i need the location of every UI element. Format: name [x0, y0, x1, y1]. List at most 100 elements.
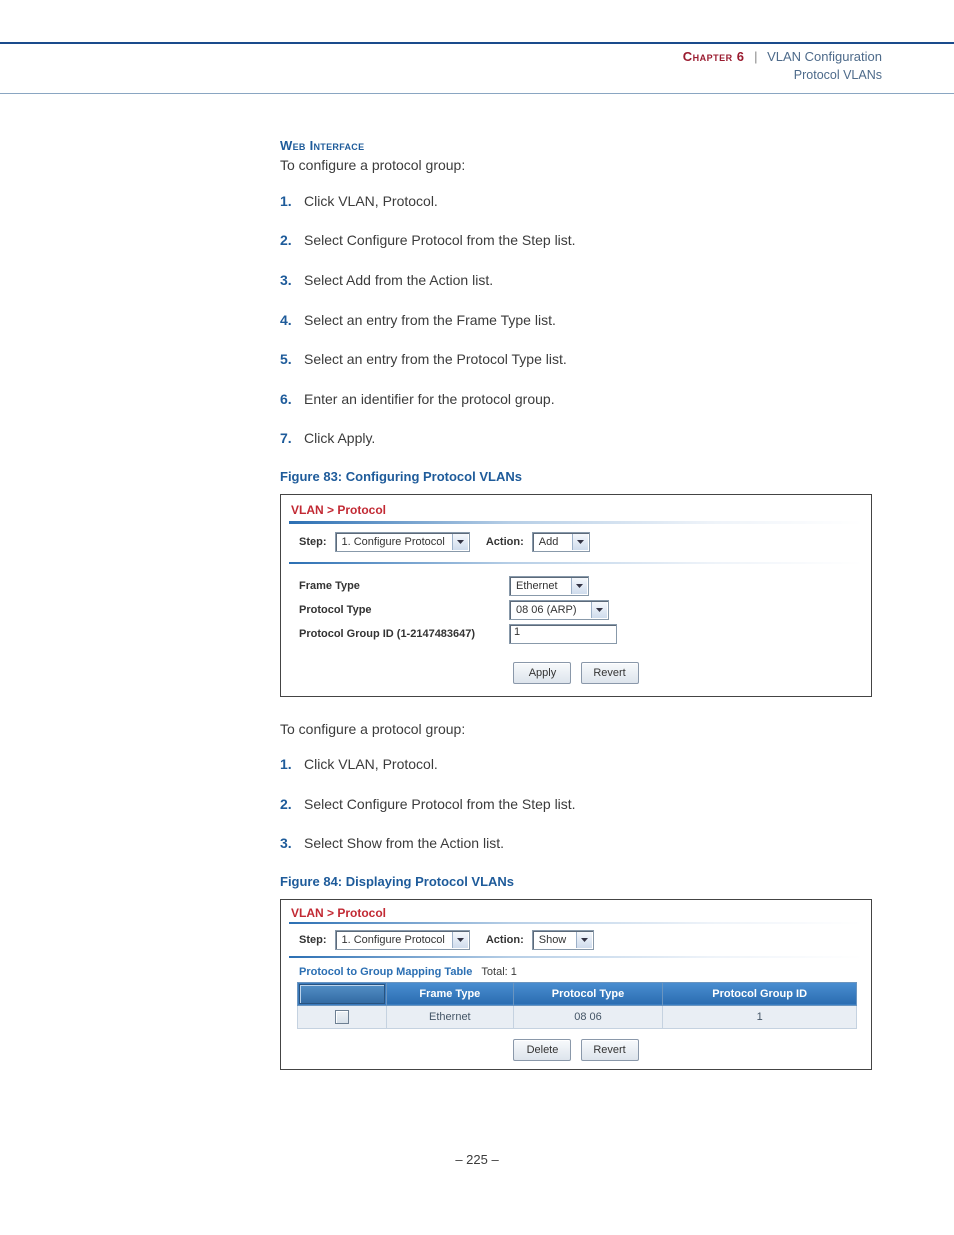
step-item: 5. Select an entry from the Protocol Type… [280, 350, 882, 370]
action-select[interactable]: Show [532, 930, 594, 950]
checkbox-icon [299, 984, 385, 1004]
step-text: Select Configure Protocol from the Step … [304, 232, 576, 248]
form-row: Protocol Group ID (1-2147483647) 1 [299, 622, 853, 646]
header-separator: | [748, 49, 763, 64]
decorative-rule [289, 922, 863, 924]
step-text: Click VLAN, Protocol. [304, 756, 438, 772]
form-area: Frame Type Ethernet Protocol Type 08 06 … [281, 570, 871, 654]
step-number: 6. [280, 390, 292, 410]
step-number: 3. [280, 834, 292, 854]
page-footer: – 225 – [0, 1100, 954, 1191]
protocol-type-value: 08 06 (ARP) [510, 604, 590, 616]
revert-button[interactable]: Revert [581, 1039, 639, 1061]
decorative-rule [289, 521, 863, 524]
step-label: Step: [299, 536, 327, 548]
step-item: 4. Select an entry from the Frame Type li… [280, 311, 882, 331]
step-text: Enter an identifier for the protocol gro… [304, 391, 555, 407]
step-text: Select Show from the Action list. [304, 835, 504, 851]
steps-list-1: 1. Click VLAN, Protocol. 2. Select Configu… [280, 192, 882, 449]
row-frame-type: Ethernet [387, 1005, 514, 1028]
step-number: 5. [280, 350, 292, 370]
intro-text-1: To configure a protocol group: [280, 155, 882, 175]
table-title: Protocol to Group Mapping Table Total: 1 [281, 964, 871, 982]
chevron-down-icon [576, 932, 592, 948]
decorative-rule [289, 956, 863, 958]
table-title-text: Protocol to Group Mapping Table [299, 966, 472, 978]
breadcrumb: VLAN > Protocol [281, 900, 871, 922]
step-select-value: 1. Configure Protocol [336, 934, 451, 946]
steps-list-2: 1.Click VLAN, Protocol. 2. Select Configu… [280, 755, 882, 854]
step-item: 3. Select Show from the Action list. [280, 834, 882, 854]
chevron-down-icon [571, 578, 587, 594]
step-select[interactable]: 1. Configure Protocol [335, 532, 470, 552]
step-select[interactable]: 1. Configure Protocol [335, 930, 470, 950]
step-item: 7. Click Apply. [280, 429, 882, 449]
action-label: Action: [486, 536, 524, 548]
step-number: 7. [280, 429, 292, 449]
step-number: 3. [280, 271, 292, 291]
step-text: Select an entry from the Frame Type list… [304, 312, 556, 328]
button-row: Delete Revert [281, 1035, 871, 1069]
intro-text-2: To configure a protocol group: [280, 719, 882, 739]
table-header-row: Frame Type Protocol Type Protocol Group … [298, 982, 857, 1005]
select-all-header[interactable] [298, 982, 387, 1005]
figure-84-caption: Figure 84: Displaying Protocol VLANs [280, 874, 882, 889]
step-select-value: 1. Configure Protocol [336, 536, 451, 548]
button-row: Apply Revert [281, 654, 871, 696]
mapping-table: Frame Type Protocol Type Protocol Group … [297, 982, 857, 1029]
step-number: 2. [280, 795, 292, 815]
chapter-subtitle: Protocol VLANs [794, 68, 882, 82]
page-header: Chapter 6 | VLAN Configuration Protocol … [0, 48, 954, 89]
step-item: 1. Click VLAN, Protocol. [280, 192, 882, 212]
form-row: Protocol Type 08 06 (ARP) [299, 598, 853, 622]
row-checkbox-cell[interactable] [298, 1005, 387, 1028]
group-id-input[interactable]: 1 [509, 624, 617, 644]
row-group-id: 1 [663, 1005, 857, 1028]
figure-83-screenshot: VLAN > Protocol Step: 1. Configure Proto… [280, 494, 872, 697]
figure-84-screenshot: VLAN > Protocol Step: 1. Configure Proto… [280, 899, 872, 1070]
chevron-down-icon [591, 602, 607, 618]
checkbox-icon [335, 1010, 349, 1024]
step-text: Click VLAN, Protocol. [304, 193, 438, 209]
frame-type-label: Frame Type [299, 580, 509, 592]
selector-row: Step: 1. Configure Protocol Action: Show [281, 930, 871, 956]
table-total-value: 1 [511, 966, 517, 978]
figure-83-caption: Figure 83: Configuring Protocol VLANs [280, 469, 882, 484]
selector-row: Step: 1. Configure Protocol Action: Add [281, 532, 871, 562]
step-number: 1. [280, 192, 292, 212]
breadcrumb: VLAN > Protocol [281, 495, 871, 521]
row-protocol-type: 08 06 [513, 1005, 663, 1028]
frame-type-select[interactable]: Ethernet [509, 576, 589, 596]
revert-button[interactable]: Revert [581, 662, 639, 684]
header-top-rule [0, 42, 954, 44]
col-frame-type: Frame Type [387, 982, 514, 1005]
step-text: Click Apply. [304, 430, 375, 446]
step-text: Select an entry from the Protocol Type l… [304, 351, 567, 367]
group-id-label: Protocol Group ID (1-2147483647) [299, 628, 509, 640]
table-row: Ethernet 08 06 1 [298, 1005, 857, 1028]
step-number: 4. [280, 311, 292, 331]
protocol-type-select[interactable]: 08 06 (ARP) [509, 600, 609, 620]
action-label: Action: [486, 934, 524, 946]
form-row: Frame Type Ethernet [299, 574, 853, 598]
step-text: Select Configure Protocol from the Step … [304, 796, 576, 812]
action-select-value: Add [533, 536, 571, 548]
step-label: Step: [299, 934, 327, 946]
apply-button[interactable]: Apply [513, 662, 571, 684]
protocol-type-label: Protocol Type [299, 604, 509, 616]
main-content: Web Interface To configure a protocol gr… [0, 94, 954, 1070]
frame-type-value: Ethernet [510, 580, 570, 592]
table-total: Total: 1 [481, 966, 516, 978]
table-total-label: Total: [481, 966, 507, 978]
delete-button[interactable]: Delete [513, 1039, 571, 1061]
action-select[interactable]: Add [532, 532, 590, 552]
step-text: Select Add from the Action list. [304, 272, 493, 288]
step-item: 2. Select Configure Protocol from the Ste… [280, 795, 882, 815]
chevron-down-icon [572, 534, 588, 550]
step-item: 1.Click VLAN, Protocol. [280, 755, 882, 775]
step-item: 6. Enter an identifier for the protocol g… [280, 390, 882, 410]
step-item: 2. Select Configure Protocol from the Ste… [280, 231, 882, 251]
step-number: 2. [280, 231, 292, 251]
step-item: 3. Select Add from the Action list. [280, 271, 882, 291]
chevron-down-icon [452, 932, 468, 948]
